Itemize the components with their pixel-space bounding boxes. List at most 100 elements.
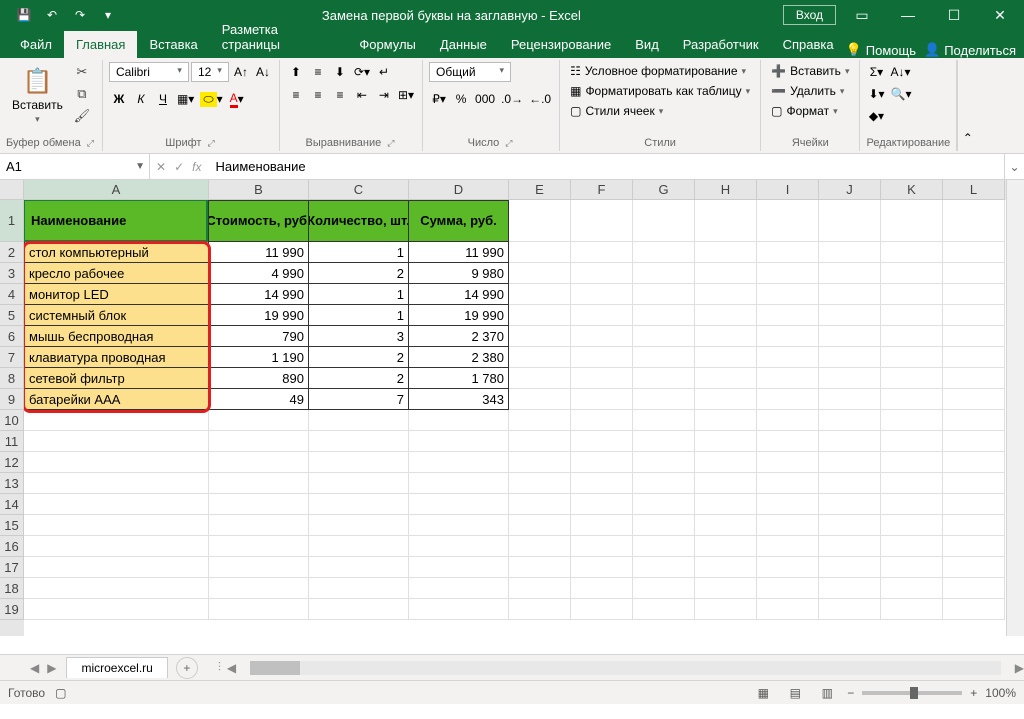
- copy-icon[interactable]: ⧉: [72, 84, 92, 104]
- col-header-L[interactable]: L: [943, 180, 1005, 200]
- tab-review[interactable]: Рецензирование: [499, 31, 623, 58]
- row-header-5[interactable]: 5: [0, 305, 24, 326]
- collapse-ribbon-icon[interactable]: ⌃: [957, 60, 977, 151]
- fill-icon[interactable]: ⬇▾: [866, 84, 886, 104]
- col-header-C[interactable]: C: [309, 180, 409, 200]
- row-header-7[interactable]: 7: [0, 347, 24, 368]
- col-header-E[interactable]: E: [509, 180, 571, 200]
- sheet-nav-next-icon[interactable]: ▶: [47, 661, 56, 675]
- indent-decrease-icon[interactable]: ⇤: [352, 85, 372, 105]
- wrap-text-icon[interactable]: ↵: [374, 62, 394, 82]
- row-header-12[interactable]: 12: [0, 452, 24, 473]
- page-layout-view-icon[interactable]: ▤: [783, 684, 807, 702]
- row-header-18[interactable]: 18: [0, 578, 24, 599]
- underline-button[interactable]: Ч: [153, 89, 173, 109]
- zoom-level[interactable]: 100%: [985, 686, 1016, 700]
- align-launcher-icon[interactable]: ⤢: [385, 138, 396, 149]
- tab-formulas[interactable]: Формулы: [347, 31, 428, 58]
- indent-increase-icon[interactable]: ⇥: [374, 85, 394, 105]
- tab-home[interactable]: Главная: [64, 31, 137, 58]
- bold-button[interactable]: Ж: [109, 89, 129, 109]
- zoom-out-icon[interactable]: −: [847, 686, 854, 700]
- currency-icon[interactable]: ₽▾: [429, 89, 449, 109]
- minimize-icon[interactable]: —: [888, 0, 928, 30]
- row-header-3[interactable]: 3: [0, 263, 24, 284]
- row-header-15[interactable]: 15: [0, 515, 24, 536]
- vertical-scrollbar[interactable]: [1006, 180, 1024, 636]
- row-header-4[interactable]: 4: [0, 284, 24, 305]
- normal-view-icon[interactable]: ▦: [751, 684, 775, 702]
- col-header-B[interactable]: B: [209, 180, 309, 200]
- format-painter-icon[interactable]: 🖌: [72, 106, 92, 126]
- col-header-A[interactable]: A: [24, 180, 209, 200]
- cancel-formula-icon[interactable]: ✕: [156, 160, 166, 174]
- comma-style-icon[interactable]: 000: [473, 89, 497, 109]
- tell-me[interactable]: 💡Помощь: [846, 42, 916, 58]
- zoom-in-icon[interactable]: +: [970, 686, 977, 700]
- row-header-10[interactable]: 10: [0, 410, 24, 431]
- row-header-17[interactable]: 17: [0, 557, 24, 578]
- sheet-tab[interactable]: microexcel.ru: [66, 657, 167, 678]
- expand-formula-bar-icon[interactable]: ⌄: [1004, 154, 1024, 179]
- row-header-1[interactable]: 1: [0, 200, 24, 242]
- font-color-button[interactable]: А▾: [227, 89, 247, 109]
- tab-data[interactable]: Данные: [428, 31, 499, 58]
- signin-button[interactable]: Вход: [783, 5, 836, 25]
- insert-cells-button[interactable]: ➕Вставить▾: [767, 62, 853, 80]
- redo-icon[interactable]: ↷: [68, 4, 92, 26]
- row-header-16[interactable]: 16: [0, 536, 24, 557]
- number-launcher-icon[interactable]: ⤢: [503, 138, 514, 149]
- tab-file[interactable]: Файл: [8, 31, 64, 58]
- format-cells-button[interactable]: ▢Формат▾: [767, 102, 842, 120]
- col-header-J[interactable]: J: [819, 180, 881, 200]
- zoom-slider[interactable]: [862, 691, 962, 695]
- paste-button[interactable]: 📋 Вставить ▾: [6, 62, 69, 129]
- undo-icon[interactable]: ↶: [40, 4, 64, 26]
- merge-cells-icon[interactable]: ⊞▾: [396, 85, 416, 105]
- col-header-H[interactable]: H: [695, 180, 757, 200]
- autosum-icon[interactable]: Σ▾: [866, 62, 886, 82]
- grow-font-icon[interactable]: A↑: [231, 62, 251, 82]
- align-middle-icon[interactable]: ≡: [308, 62, 328, 82]
- font-launcher-icon[interactable]: ⤢: [205, 138, 216, 149]
- tab-page-layout[interactable]: Разметка страницы: [210, 16, 348, 58]
- formula-input[interactable]: [215, 159, 996, 174]
- orientation-icon[interactable]: ⟳▾: [352, 62, 372, 82]
- col-header-K[interactable]: K: [881, 180, 943, 200]
- add-sheet-button[interactable]: +: [176, 657, 198, 679]
- row-header-13[interactable]: 13: [0, 473, 24, 494]
- decrease-decimal-icon[interactable]: ←.0: [527, 89, 553, 109]
- name-box[interactable]: ▼: [0, 154, 150, 179]
- fx-icon[interactable]: fx: [192, 160, 201, 174]
- col-header-D[interactable]: D: [409, 180, 509, 200]
- clipboard-launcher-icon[interactable]: ⤢: [85, 138, 96, 149]
- tab-view[interactable]: Вид: [623, 31, 671, 58]
- name-box-input[interactable]: [6, 159, 143, 174]
- name-box-arrow-icon[interactable]: ▼: [135, 161, 145, 172]
- font-name-select[interactable]: Calibri▾: [109, 62, 189, 82]
- page-break-view-icon[interactable]: ▥: [815, 684, 839, 702]
- horizontal-scrollbar[interactable]: ⫶ ◀ ▶: [218, 660, 1024, 675]
- row-header-8[interactable]: 8: [0, 368, 24, 389]
- align-center-icon[interactable]: ≡: [308, 85, 328, 105]
- conditional-formatting-button[interactable]: ☷Условное форматирование▾: [566, 62, 750, 80]
- italic-button[interactable]: К: [131, 89, 151, 109]
- row-header-9[interactable]: 9: [0, 389, 24, 410]
- col-header-I[interactable]: I: [757, 180, 819, 200]
- shrink-font-icon[interactable]: A↓: [253, 62, 273, 82]
- align-top-icon[interactable]: ⬆: [286, 62, 306, 82]
- find-select-icon[interactable]: 🔍▾: [889, 84, 914, 104]
- enter-formula-icon[interactable]: ✓: [174, 160, 184, 174]
- fill-color-button[interactable]: ⬭▾: [198, 89, 224, 109]
- tab-developer[interactable]: Разработчик: [671, 31, 771, 58]
- macro-record-icon[interactable]: ▢: [55, 686, 66, 700]
- align-bottom-icon[interactable]: ⬇: [330, 62, 350, 82]
- row-header-6[interactable]: 6: [0, 326, 24, 347]
- save-icon[interactable]: 💾: [12, 4, 36, 26]
- cells-container[interactable]: НаименованиеСтоимость, руб.Количество, ш…: [24, 200, 1006, 636]
- number-format-select[interactable]: Общий▾: [429, 62, 511, 82]
- format-as-table-button[interactable]: ▦Форматировать как таблицу▾: [566, 82, 754, 100]
- delete-cells-button[interactable]: ➖Удалить▾: [767, 82, 848, 100]
- font-size-select[interactable]: 12▾: [191, 62, 229, 82]
- maximize-icon[interactable]: ☐: [934, 0, 974, 30]
